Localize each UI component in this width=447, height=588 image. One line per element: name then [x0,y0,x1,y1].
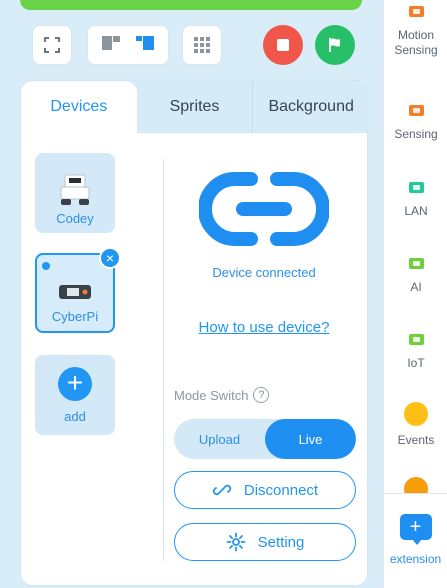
connection-status: Device connected [212,265,316,280]
tab-sprites[interactable]: Sprites [137,81,253,133]
category-lan[interactable]: LAN [384,180,447,219]
category-label-line1: Motion [397,28,435,42]
category-iot[interactable]: IoT [384,332,447,371]
link-connected-icon [199,172,329,246]
add-device-label: add [64,408,86,424]
gear-icon [226,532,246,552]
sensing-icon [408,105,424,116]
remove-device-button[interactable]: × [99,247,121,269]
category-label: IoT [407,356,425,370]
green-flag-icon [329,38,340,52]
mode-live-option[interactable]: Live [265,419,356,459]
events-icon [404,402,428,426]
layout-split-icon [102,35,120,50]
category-label: Events [397,433,435,447]
mode-switch-label: Mode Switch [174,387,249,403]
codey-device-icon [60,174,90,205]
mode-switch-toggle: Upload Live [174,419,356,459]
device-label-cyberpi: CyberPi [51,309,99,324]
how-to-use-link[interactable]: How to use device? [171,319,357,336]
help-icon[interactable]: ? [253,387,270,403]
extension-label: extension [389,552,442,566]
fullscreen-button[interactable] [32,25,72,65]
extension-add-icon: + [399,514,432,545]
extension-button[interactable]: + extension [383,493,447,588]
category-label-line2: Sensing [394,43,438,57]
device-label-codey: Codey [56,211,94,226]
motion-sensing-icon [408,6,424,17]
category-label: LAN [404,204,428,218]
layout-toggle-group [87,25,169,65]
tab-background[interactable]: Background [252,81,367,133]
panel-divider [163,159,164,561]
grid-button[interactable] [182,25,222,65]
selected-indicator-dot [42,262,50,270]
device-card-codey[interactable]: Codey [35,153,115,233]
unlink-icon [212,484,232,496]
green-top-bar [20,0,362,10]
category-events[interactable]: Events [384,402,447,448]
lan-icon [408,182,424,193]
layout-stage-icon [136,35,154,50]
disconnect-label: Disconnect [243,481,319,499]
plus-icon: + [58,366,92,401]
category-sensing[interactable]: Sensing [384,103,447,142]
mode-switch-label-row: Mode Switch ? [174,387,270,403]
stop-icon [277,39,289,51]
fullscreen-icon [44,37,60,53]
category-label: AI [410,280,422,294]
setting-label: Setting [257,533,305,551]
add-device-button[interactable]: + add [35,355,115,435]
stop-button[interactable] [263,25,303,65]
ai-icon [408,258,424,269]
layout-split-button[interactable] [100,33,122,58]
device-panel: Devices Sprites Background Codey × Cyber… [20,80,368,586]
tab-devices[interactable]: Devices [21,81,137,133]
close-icon: × [105,250,115,266]
layout-stage-button[interactable] [134,33,156,58]
cyberpi-device-icon [59,285,91,299]
mblock-device-panel: Devices Sprites Background Codey × Cyber… [0,0,447,588]
category-label: Sensing [394,127,438,141]
setting-button[interactable]: Setting [174,523,356,561]
category-motion-sensing[interactable]: Motion Sensing [384,4,447,58]
disconnect-button[interactable]: Disconnect [174,471,356,509]
green-flag-button[interactable] [315,25,355,65]
grid-icon [194,37,210,53]
device-card-cyberpi[interactable]: × CyberPi [35,247,121,333]
panel-tabs: Devices Sprites Background [21,81,367,133]
mode-upload-option[interactable]: Upload [174,419,265,459]
iot-icon [408,334,424,345]
category-ai[interactable]: AI [384,256,447,295]
